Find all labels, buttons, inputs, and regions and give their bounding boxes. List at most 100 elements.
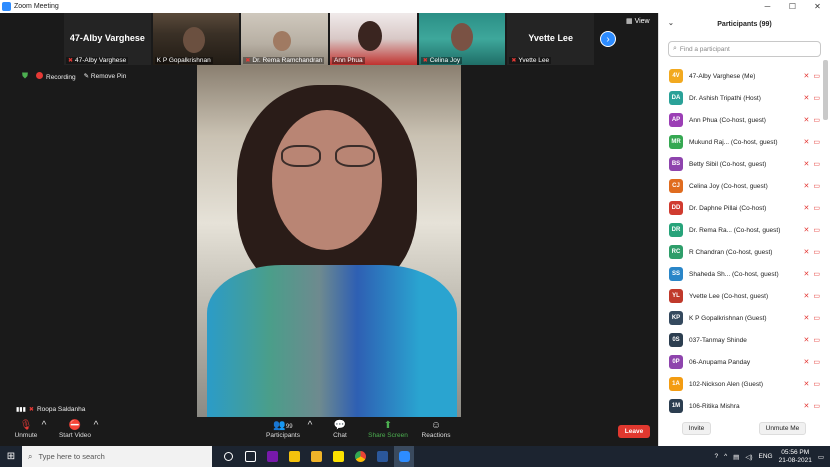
maximize-button[interactable]: ☐ bbox=[780, 2, 805, 11]
windows-start-icon[interactable]: ⊞ bbox=[0, 451, 22, 462]
glasses bbox=[281, 145, 377, 169]
participant-row[interactable]: RC R Chandran (Co-host, guest) ✕ ▭ bbox=[659, 241, 824, 263]
file-explorer-icon[interactable] bbox=[306, 446, 326, 467]
participant-row[interactable]: SS Shaheda Sh... (Co-host, guest) ✕ ▭ bbox=[659, 263, 824, 285]
reactions-button[interactable]: ☺ Reactions bbox=[420, 420, 452, 439]
participant-row[interactable]: 0P 06-Anupama Panday ✕ ▭ bbox=[659, 351, 824, 373]
chat-button[interactable]: 💬 Chat bbox=[330, 420, 350, 439]
participant-row[interactable]: YL Yvette Lee (Co-host, guest) ✕ ▭ bbox=[659, 285, 824, 307]
view-button[interactable]: ▦ View bbox=[626, 17, 650, 25]
remove-pin-button[interactable]: ✎ Remove Pin bbox=[84, 72, 127, 80]
participant-row[interactable]: DD Dr. Daphne Pillai (Co-host) ✕ ▭ bbox=[659, 197, 824, 219]
muted-mic-icon: ✕ bbox=[803, 293, 810, 300]
windows-taskbar: ⊞ ⌕ Type here to search ? ^ ▤ ◁) ENG 05:… bbox=[0, 446, 830, 467]
video-tile[interactable]: Ann Phua bbox=[330, 13, 417, 65]
tile-name: Yvette Lee bbox=[518, 57, 550, 64]
remove-pin-label: Remove Pin bbox=[90, 73, 127, 80]
participant-row[interactable]: 4V 47-Alby Varghese (Me) ✕ ▭ bbox=[659, 65, 824, 87]
video-tile[interactable]: K P Gopalkrishnan bbox=[152, 13, 240, 65]
participant-row[interactable]: 1M 106-Ritika Mishra ✕ ▭ bbox=[659, 395, 824, 417]
clock[interactable]: 05:56 PM 21-08-2021 bbox=[779, 449, 812, 465]
sticky-notes-icon[interactable] bbox=[328, 446, 348, 467]
zoom-taskbar-icon[interactable] bbox=[394, 446, 414, 467]
chevron-down-icon[interactable]: ⌄ bbox=[668, 19, 674, 27]
audio-options-chevron[interactable]: ^ bbox=[40, 420, 48, 432]
muted-mic-icon: ✕ bbox=[803, 381, 810, 388]
participants-button[interactable]: 👥99 Participants bbox=[264, 420, 302, 439]
video-options-chevron[interactable]: ^ bbox=[92, 420, 100, 432]
action-center-icon[interactable]: ▭ bbox=[818, 453, 824, 461]
close-button[interactable]: ✕ bbox=[805, 2, 830, 11]
window-titlebar: Zoom Meeting ─ ☐ ✕ bbox=[0, 0, 830, 13]
participant-row[interactable]: 1A 102-Nickson Alen (Guest) ✕ ▭ bbox=[659, 373, 824, 395]
video-off-icon: ▭ bbox=[813, 73, 820, 80]
participant-row[interactable]: DA Dr. Ashish Tripathi (Host) ✕ ▭ bbox=[659, 87, 824, 109]
cortana-icon[interactable] bbox=[218, 446, 238, 467]
participant-video bbox=[273, 31, 292, 51]
network-icon[interactable]: ▤ bbox=[733, 453, 739, 461]
clock-date: 21-08-2021 bbox=[778, 456, 812, 464]
participant-row[interactable]: MR Mukund Raj... (Co-host, guest) ✕ ▭ bbox=[659, 131, 824, 153]
volume-icon[interactable]: ◁) bbox=[745, 453, 752, 461]
unmute-me-button[interactable]: Unmute Me bbox=[758, 422, 807, 435]
participant-status-icons: ✕ ▭ bbox=[804, 204, 821, 212]
avatar: YL bbox=[669, 289, 683, 303]
participant-status-icons: ✕ ▭ bbox=[804, 402, 821, 410]
recording-label: Recording bbox=[46, 73, 76, 81]
participant-name: 102-Nickson Alen (Guest) bbox=[689, 380, 764, 388]
share-screen-label: Share Screen bbox=[368, 432, 408, 439]
notification-chevron-icon[interactable]: ^ bbox=[724, 453, 727, 460]
tile-name: K P Gopalkrishnan bbox=[156, 57, 211, 64]
participant-name: 47-Alby Varghese (Me) bbox=[689, 72, 756, 80]
participant-status-icons: ✕ ▭ bbox=[804, 182, 821, 190]
video-tile[interactable]: Yvette Lee ✖ Yvette Lee bbox=[507, 13, 595, 65]
participant-search-input[interactable]: ⌕ Find a participant bbox=[668, 41, 821, 57]
participant-list-scrollbar[interactable] bbox=[823, 60, 828, 120]
muted-mic-icon: ✖ bbox=[422, 58, 428, 64]
participant-row[interactable]: BS Betty Sibil (Co-host, guest) ✕ ▭ bbox=[659, 153, 824, 175]
help-icon[interactable]: ? bbox=[714, 453, 718, 460]
participant-row[interactable]: KP K P Gopalkrishnan (Guest) ✕ ▭ bbox=[659, 307, 824, 329]
pinned-video bbox=[197, 65, 461, 417]
chrome-icon[interactable] bbox=[350, 446, 370, 467]
participant-status-icons: ✕ ▭ bbox=[804, 116, 821, 124]
share-screen-button[interactable]: ⬆ Share Screen bbox=[368, 420, 408, 439]
video-tile[interactable]: 47-Alby Varghese ✖ 47-Alby Varghese bbox=[64, 13, 151, 65]
participants-chevron[interactable]: ^ bbox=[306, 420, 314, 432]
muted-mic-icon: ✕ bbox=[803, 73, 810, 80]
leave-button[interactable]: Leave bbox=[618, 425, 650, 438]
scarf bbox=[207, 265, 457, 417]
avatar: BS bbox=[669, 157, 683, 171]
participant-name: Dr. Daphne Pillai (Co-host) bbox=[689, 204, 767, 212]
participant-row[interactable]: 0S 037-Tanmay Shinde ✕ ▭ bbox=[659, 329, 824, 351]
next-page-button[interactable]: › bbox=[600, 31, 616, 47]
notes-icon[interactable] bbox=[284, 446, 304, 467]
participant-row[interactable]: AP Ann Phua (Co-host, guest) ✕ ▭ bbox=[659, 109, 824, 131]
avatar: 1M bbox=[669, 399, 683, 413]
task-view-icon[interactable] bbox=[240, 446, 260, 467]
taskbar-search-input[interactable]: ⌕ Type here to search bbox=[22, 446, 212, 467]
participant-status-icons: ✕ ▭ bbox=[804, 314, 821, 322]
recording-indicator[interactable]: Recording bbox=[36, 71, 76, 81]
participant-status-icons: ✕ ▭ bbox=[804, 160, 821, 168]
invite-button[interactable]: Invite bbox=[681, 422, 712, 435]
video-tile[interactable]: ✖ Dr. Rema Ramchandran bbox=[241, 13, 329, 65]
language-indicator[interactable]: ENG bbox=[759, 453, 773, 460]
participant-name: Betty Sibil (Co-host, guest) bbox=[689, 160, 767, 168]
shield-icon[interactable]: ⛊ bbox=[22, 71, 28, 81]
video-tile[interactable]: ✖ Celina Joy bbox=[418, 13, 506, 65]
onenote-icon[interactable] bbox=[262, 446, 282, 467]
taskbar-apps bbox=[218, 446, 414, 467]
word-icon[interactable] bbox=[372, 446, 392, 467]
video-off-icon: ▭ bbox=[813, 183, 820, 190]
panel-header: ⌄ Participants (99) bbox=[659, 13, 830, 35]
unmute-button[interactable]: 🎙 Unmute bbox=[12, 420, 40, 439]
panel-buttons: Invite Unmute Me bbox=[658, 422, 830, 442]
start-video-button[interactable]: ⛔ Start Video bbox=[58, 420, 92, 439]
participant-status-icons: ✕ ▭ bbox=[804, 94, 821, 102]
participant-row[interactable]: DR Dr. Rema Ra... (Co-host, guest) ✕ ▭ bbox=[659, 219, 824, 241]
meeting-toolbar: 🎙 Unmute ^ ⛔ Start Video ^ 👥99 Participa… bbox=[0, 418, 658, 446]
participant-row[interactable]: CJ Celina Joy (Co-host, guest) ✕ ▭ bbox=[659, 175, 824, 197]
minimize-button[interactable]: ─ bbox=[755, 2, 780, 11]
muted-mic-icon: ✕ bbox=[803, 403, 810, 410]
